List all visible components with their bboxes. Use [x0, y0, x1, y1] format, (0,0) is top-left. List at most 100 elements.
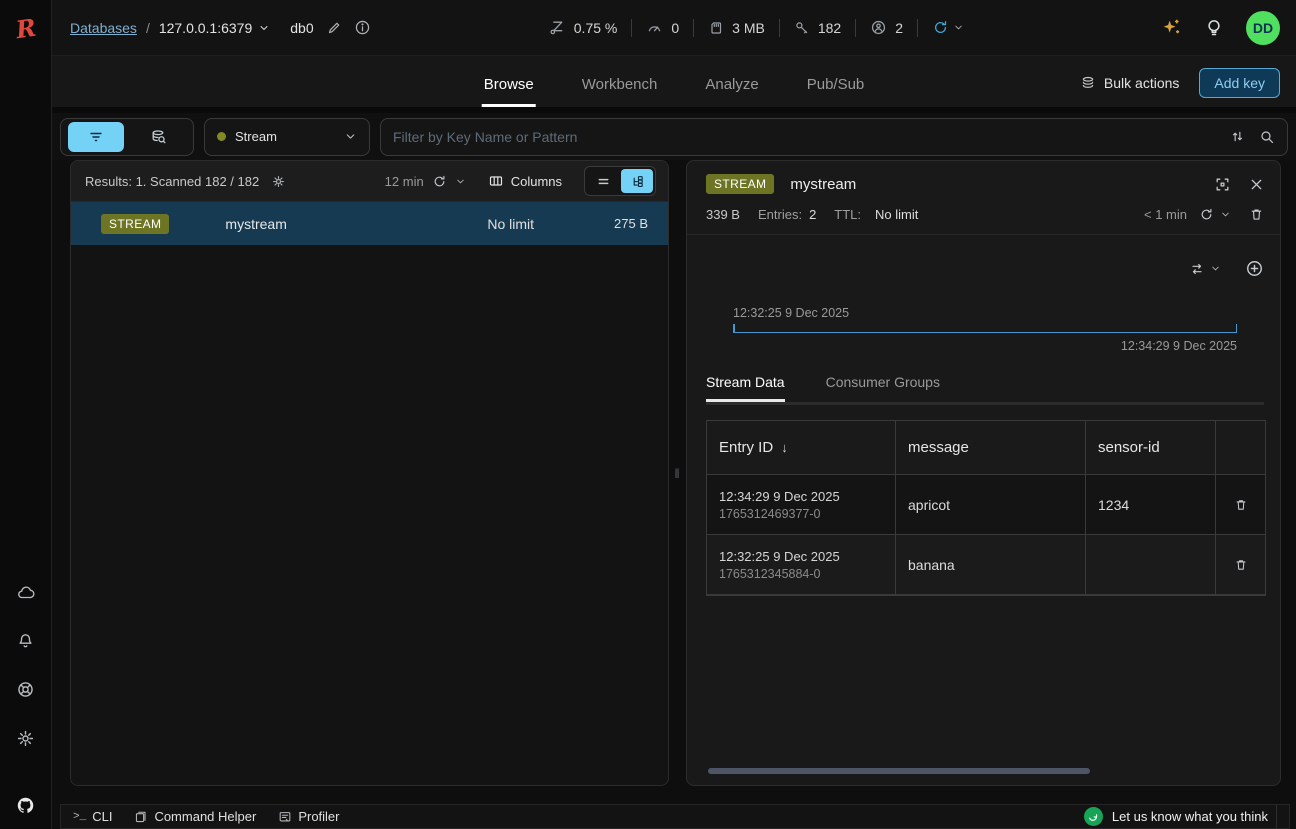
- command-helper-button[interactable]: Command Helper: [134, 809, 256, 824]
- chevron-down-icon[interactable]: [1220, 209, 1231, 220]
- breadcrumb-databases-link[interactable]: Databases: [70, 20, 137, 36]
- db-stats-bar: 0.75 % 0 3 MB 182: [549, 19, 964, 37]
- left-sidebar: R: [0, 0, 52, 829]
- delete-key-trash-icon[interactable]: [1249, 207, 1264, 222]
- entries-value: 2: [809, 207, 816, 222]
- filter-by-type-button[interactable]: [68, 122, 124, 152]
- sort-order-icon[interactable]: [1230, 129, 1245, 144]
- search-icon[interactable]: [1259, 129, 1275, 145]
- message-cell[interactable]: banana: [896, 535, 1086, 595]
- main-area: Databases / 127.0.0.1:6379 db0 0.75 %: [52, 0, 1296, 829]
- edit-db-alias-pencil-icon[interactable]: [326, 20, 342, 36]
- sensor-id-cell[interactable]: 1234: [1086, 475, 1216, 535]
- insights-lightbulb-icon[interactable]: [1204, 18, 1224, 38]
- chevron-down-icon[interactable]: [455, 176, 466, 187]
- key-name-title: mystream: [790, 176, 856, 193]
- list-view-icon: [596, 174, 611, 189]
- command-helper-label: Command Helper: [154, 809, 256, 824]
- fullscreen-expand-icon[interactable]: [1214, 176, 1231, 193]
- profiler-icon: [278, 810, 292, 824]
- chevron-down-icon: [258, 22, 270, 34]
- topbar-right-actions: DD: [1160, 11, 1280, 45]
- entry-id-cell[interactable]: 12:34:29 9 Dec 2025 1765312469377-0: [707, 475, 896, 535]
- database-host-dropdown[interactable]: 127.0.0.1:6379: [159, 20, 270, 36]
- bulk-actions-button[interactable]: Bulk actions: [1080, 75, 1179, 91]
- tab-pubsub[interactable]: Pub/Sub: [805, 76, 867, 107]
- message-cell[interactable]: apricot: [896, 475, 1086, 535]
- keys-list-header: Results: 1. Scanned 182 / 182 12 min: [71, 161, 668, 202]
- refresh-icon: [932, 19, 949, 36]
- feedback-smiley-icon: [1084, 807, 1103, 826]
- entry-id-header-label: Entry ID: [719, 439, 773, 456]
- gauge-icon: [646, 19, 663, 36]
- cli-button[interactable]: >_ CLI: [73, 809, 112, 824]
- top-bar: Databases / 127.0.0.1:6379 db0 0.75 %: [52, 0, 1296, 56]
- add-key-button[interactable]: Add key: [1199, 68, 1280, 98]
- key-size: 275 B: [596, 216, 648, 231]
- tab-workbench[interactable]: Workbench: [580, 76, 660, 107]
- range-slider[interactable]: [733, 325, 1237, 333]
- cloud-icon[interactable]: [14, 582, 38, 604]
- stats-refresh-button[interactable]: [932, 19, 964, 36]
- key-row-mystream[interactable]: STREAM mystream No limit 275 B: [71, 202, 668, 245]
- search-index-icon: [150, 128, 167, 145]
- cli-prompt-icon: >_: [73, 811, 86, 823]
- chevron-down-icon: [1210, 263, 1221, 274]
- key-search-box: [380, 118, 1288, 156]
- browse-content: Results: 1. Scanned 182 / 182 12 min: [70, 160, 1281, 786]
- redis-logo-icon[interactable]: R: [14, 13, 38, 44]
- ttl-value[interactable]: No limit: [875, 207, 918, 222]
- sensor-id-cell[interactable]: [1086, 535, 1216, 595]
- close-details-icon[interactable]: [1249, 177, 1264, 192]
- stream-details-body: 12:32:25 9 Dec 2025 12:34:29 9 Dec 2025 …: [687, 235, 1280, 785]
- entry-id: 1765312345884-0: [719, 567, 883, 581]
- sensor-id-header-label: sensor-id: [1098, 439, 1203, 456]
- column-header-message[interactable]: message: [896, 421, 1086, 475]
- scanned-count-label: Scanned 182 / 182: [150, 174, 259, 189]
- key-search-input[interactable]: [393, 129, 1216, 145]
- add-entry-plus-icon[interactable]: [1245, 259, 1264, 278]
- tab-consumer-groups[interactable]: Consumer Groups: [826, 374, 940, 402]
- entry-actions-cell: [1216, 475, 1265, 535]
- column-header-actions: [1216, 421, 1265, 475]
- redisearch-button[interactable]: [130, 122, 186, 152]
- tab-browse[interactable]: Browse: [482, 76, 536, 107]
- settings-gear-icon[interactable]: [14, 727, 37, 750]
- range-end-label: 12:34:29 9 Dec 2025: [733, 339, 1237, 353]
- chevron-down-icon: [953, 22, 964, 33]
- horizontal-scrollbar-thumb[interactable]: [708, 768, 1090, 774]
- notifications-bell-icon[interactable]: [14, 630, 37, 652]
- panel-resize-handle[interactable]: ‖: [669, 160, 686, 786]
- delete-entry-trash-icon[interactable]: [1234, 558, 1248, 572]
- github-icon[interactable]: [16, 796, 35, 815]
- columns-toggle-button[interactable]: Columns: [488, 173, 562, 189]
- ttl-label: TTL:: [834, 207, 861, 222]
- profiler-button[interactable]: Profiler: [278, 809, 339, 824]
- column-header-sensor-id[interactable]: sensor-id: [1086, 421, 1216, 475]
- sort-entries-swap-button[interactable]: [1188, 261, 1221, 277]
- tab-stream-data[interactable]: Stream Data: [706, 374, 785, 402]
- clients-stat: 2: [870, 19, 903, 36]
- tab-analyze[interactable]: Analyze: [703, 76, 760, 107]
- key-size-value: 339 B: [706, 207, 740, 222]
- list-view-button[interactable]: [587, 169, 619, 193]
- db-info-icon[interactable]: [354, 19, 371, 36]
- database-host-label: 127.0.0.1:6379: [159, 20, 252, 36]
- scan-settings-gear-icon[interactable]: [271, 174, 286, 189]
- tree-view-button[interactable]: [621, 169, 653, 193]
- entry-id: 1765312469377-0: [719, 507, 883, 521]
- feedback-button[interactable]: Let us know what you think: [1084, 805, 1277, 828]
- key-type-dropdown[interactable]: Stream: [204, 118, 370, 156]
- delete-entry-trash-icon[interactable]: [1234, 498, 1248, 512]
- entry-date: 12:34:29 9 Dec 2025: [719, 489, 883, 504]
- entry-id-cell[interactable]: 12:32:25 9 Dec 2025 1765312345884-0: [707, 535, 896, 595]
- tree-view-icon: [630, 174, 645, 189]
- keys-refresh-button[interactable]: [432, 174, 447, 189]
- help-lifebuoy-icon[interactable]: [14, 678, 37, 701]
- column-header-entry-id[interactable]: Entry ID ↓: [707, 421, 896, 475]
- user-avatar[interactable]: DD: [1246, 11, 1280, 45]
- nav-bar: Browse Workbench Analyze Pub/Sub Bulk ac…: [52, 56, 1296, 107]
- key-ttl: No limit: [487, 216, 534, 232]
- details-refresh-button[interactable]: [1199, 207, 1214, 222]
- copilot-sparkles-icon[interactable]: [1160, 17, 1182, 39]
